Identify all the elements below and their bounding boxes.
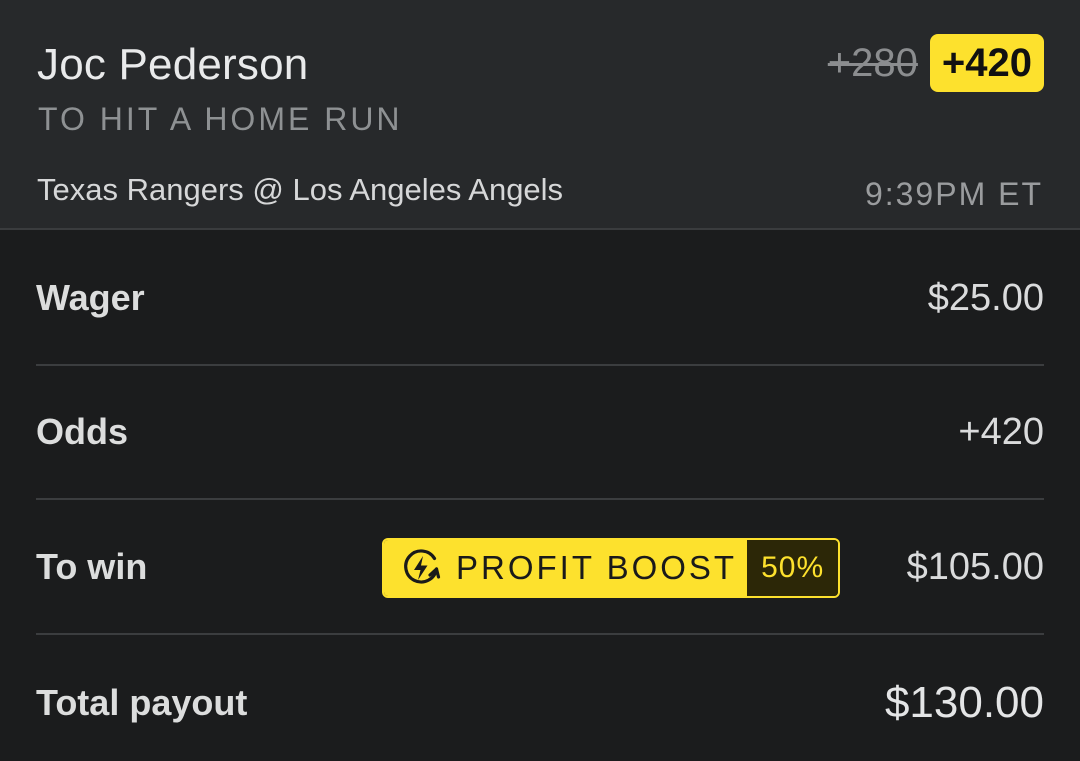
profit-boost-main: PROFIT BOOST [384,540,748,596]
profit-boost-badge: PROFIT BOOST 50% [382,538,841,598]
total-payout-label: Total payout [36,682,248,723]
original-odds: +280 [827,40,918,85]
odds-row: Odds +420 [36,366,1044,500]
odds-value: +420 [958,410,1044,453]
wager-row: Wager $25.00 [36,232,1044,366]
boosted-odds-badge: +420 [929,34,1044,92]
to-win-value: $105.00 [906,545,1044,588]
to-win-row: To win PROFIT BOOST 50% $105.00 [36,501,1044,635]
to-win-label: To win [36,546,148,587]
wager-value: $25.00 [927,276,1044,319]
total-payout-value: $130.00 [884,678,1044,727]
game-matchup: Texas Rangers @ Los Angeles Angels [37,172,564,207]
player-name: Joc Pederson [37,40,309,89]
bet-receipt-card: Joc Pederson TO HIT A HOME RUN +280 +420… [0,0,1080,761]
bet-header: Joc Pederson TO HIT A HOME RUN +280 +420… [0,0,1080,230]
lightning-boost-icon [404,549,441,584]
game-time: 9:39PM ET [864,176,1043,212]
total-payout-row: Total payout $130.00 [36,636,1044,761]
market-name: TO HIT A HOME RUN [38,101,403,137]
profit-boost-label: PROFIT BOOST [456,549,738,586]
wager-label: Wager [36,277,145,318]
odds-display: +280 +420 [828,34,1044,92]
profit-boost-percent: 50% [747,540,839,596]
odds-label: Odds [36,411,129,452]
